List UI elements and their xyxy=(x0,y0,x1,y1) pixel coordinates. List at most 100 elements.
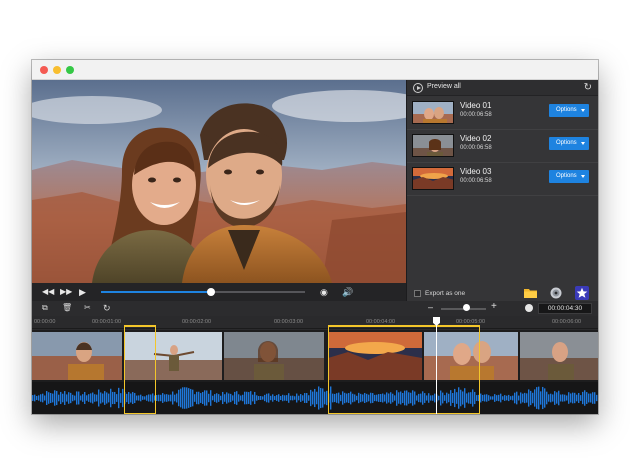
waveform-bar xyxy=(116,394,118,402)
waveform-bar xyxy=(568,392,570,404)
video-thumbnail xyxy=(412,134,454,157)
waveform-bar xyxy=(316,391,318,405)
waveform-bar xyxy=(318,386,320,410)
volume-icon[interactable]: 🔊 xyxy=(342,287,353,297)
waveform-bar xyxy=(324,391,326,405)
snapshot-icon[interactable]: ◉ xyxy=(320,287,328,297)
video-list-item[interactable]: Video 03 00:00:06:58 Options xyxy=(407,163,598,196)
play-icon[interactable]: ▶ xyxy=(79,287,86,297)
waveform-bar xyxy=(566,395,568,401)
import-icon[interactable]: ⧉ xyxy=(42,303,48,313)
scissors-icon[interactable]: ✂ xyxy=(84,303,91,313)
waveform-bar xyxy=(520,392,522,404)
trash-icon[interactable]: 🗑 xyxy=(62,303,72,313)
waveform-bar xyxy=(50,393,52,403)
waveform-bar xyxy=(86,395,88,401)
timeline-clip[interactable] xyxy=(520,332,598,380)
video-list-item[interactable]: Video 02 00:00:06:58 Options xyxy=(407,130,598,163)
waveform-bar xyxy=(484,394,486,402)
zoom-out-button[interactable]: – xyxy=(428,302,433,312)
waveform-bar xyxy=(218,394,220,402)
waveform-bar xyxy=(44,395,46,401)
waveform-bar xyxy=(294,396,296,400)
waveform-bar xyxy=(166,394,168,402)
waveform-bar xyxy=(92,392,94,404)
playback-progress-slider[interactable] xyxy=(101,288,305,296)
minimize-window-button[interactable] xyxy=(53,66,61,74)
waveform-bar xyxy=(78,391,80,405)
maximize-window-button[interactable] xyxy=(66,66,74,74)
waveform-bar xyxy=(550,393,552,403)
waveform-bar xyxy=(42,393,44,403)
waveform-bar xyxy=(208,393,210,403)
export-as-one-label: Export as one xyxy=(425,290,466,297)
waveform-bar xyxy=(572,392,574,404)
preview-all-button[interactable]: Preview all xyxy=(427,83,461,90)
waveform-bar xyxy=(170,394,172,402)
rotate-icon[interactable]: ↻ xyxy=(103,303,111,313)
waveform-bar xyxy=(298,395,300,401)
waveform-bar xyxy=(306,393,308,403)
waveform-bar xyxy=(178,389,180,407)
waveform-bar xyxy=(540,391,542,405)
waveform-bar xyxy=(570,393,572,403)
fast-forward-icon[interactable]: ▶▶ xyxy=(60,287,72,297)
waveform-bar xyxy=(296,393,298,403)
timeline-clip[interactable] xyxy=(32,332,122,380)
video-track[interactable] xyxy=(32,330,598,382)
waveform-bar xyxy=(210,390,212,406)
timeline-ruler[interactable]: 00:00:00 00:00:01:00 00:00:02:00 00:00:0… xyxy=(32,316,598,329)
audio-waveform-track[interactable] xyxy=(32,382,598,414)
waveform-bar xyxy=(176,393,178,403)
waveform-bar xyxy=(58,394,60,402)
play-circle-icon[interactable] xyxy=(413,83,423,93)
refresh-icon[interactable]: ↻ xyxy=(584,82,592,93)
ruler-label: 00:00:01:00 xyxy=(92,319,122,325)
waveform-bar xyxy=(164,394,166,402)
options-button[interactable]: Options xyxy=(549,104,589,117)
waveform-bar xyxy=(206,390,208,406)
trim-selection[interactable] xyxy=(328,325,480,414)
options-button[interactable]: Options xyxy=(549,170,589,183)
export-as-one-checkbox[interactable] xyxy=(414,290,421,297)
waveform-bar xyxy=(270,395,272,401)
star-icon[interactable] xyxy=(575,286,589,300)
video-list-item[interactable]: Video 01 00:00:06:58 Options xyxy=(407,97,598,130)
waveform-bar xyxy=(94,394,96,402)
rewind-icon[interactable]: ◀◀ xyxy=(42,287,54,297)
waveform-bar xyxy=(46,391,48,405)
waveform-bar xyxy=(52,393,54,403)
preview-image xyxy=(32,80,406,283)
waveform-bar xyxy=(182,387,184,409)
waveform-bar xyxy=(508,394,510,402)
waveform-bar xyxy=(502,396,504,400)
waveform-bar xyxy=(322,388,324,408)
waveform-bar xyxy=(518,395,520,401)
video-thumbnail xyxy=(412,167,454,190)
waveform-bar xyxy=(288,393,290,403)
disc-icon[interactable] xyxy=(550,287,562,299)
options-button[interactable]: Options xyxy=(549,137,589,150)
video-preview[interactable] xyxy=(32,80,406,283)
title-bar xyxy=(32,60,598,80)
chevron-down-icon xyxy=(581,175,585,178)
timeline-clip[interactable] xyxy=(224,332,324,380)
zoom-in-button[interactable]: + xyxy=(491,301,497,312)
waveform-bar xyxy=(184,387,186,409)
playback-progress-handle[interactable] xyxy=(207,288,216,296)
ruler-label: 00:00:02:00 xyxy=(182,319,212,325)
folder-icon[interactable] xyxy=(524,288,537,298)
waveform-bar xyxy=(62,393,64,403)
waveform-bar xyxy=(114,391,116,405)
waveform-bar xyxy=(578,392,580,404)
waveform-bar xyxy=(488,395,490,401)
waveform-bar xyxy=(594,392,596,404)
waveform-bar xyxy=(564,394,566,402)
waveform-bar xyxy=(538,386,540,410)
close-window-button[interactable] xyxy=(40,66,48,74)
waveform-bar xyxy=(212,395,214,401)
current-time-field[interactable]: 00:00:04:30 xyxy=(538,303,592,314)
options-button-label: Options xyxy=(556,107,577,113)
waveform-bar xyxy=(496,395,498,401)
trim-selection[interactable] xyxy=(124,325,156,414)
